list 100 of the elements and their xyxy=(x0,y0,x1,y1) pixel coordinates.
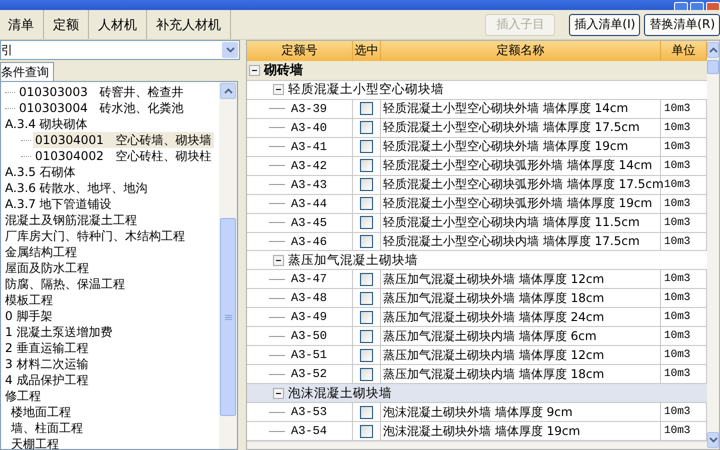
unit-text: 10m3 xyxy=(663,102,690,115)
tree-item[interactable]: 混凝土及钢筋混凝土工程 xyxy=(3,212,139,228)
quota-name: 蒸压加气混凝土砌块内墙 墙体厚度 18cm xyxy=(382,366,604,383)
checkbox[interactable] xyxy=(360,424,373,438)
quota-name: 轻质混凝土小型空心砌块外墙 墙体厚度 14cm xyxy=(382,100,628,118)
group-row[interactable]: 泡沫混凝土砌块墙 xyxy=(247,384,707,404)
checkbox[interactable] xyxy=(360,121,373,134)
checkbox[interactable] xyxy=(360,159,373,172)
quota-code: A3-52 xyxy=(291,367,328,382)
tree-item[interactable]: 010304002 空心砖柱、砌块柱 xyxy=(33,148,214,164)
collapse-icon[interactable] xyxy=(273,84,284,96)
tree-item[interactable]: A.3.7 地下管道铺设 xyxy=(3,196,114,212)
quota-name: 轻质混凝土小型空心砌块弧形外墙 墙体厚度 14cm xyxy=(382,157,652,174)
quota-name: 蒸压加气混凝土砌块外墙 墙体厚度 12cm xyxy=(382,270,604,288)
unit-text: 10m3 xyxy=(663,216,690,229)
tree-item[interactable]: 2 垂直运输工程 xyxy=(3,340,90,356)
scroll-down-icon[interactable] xyxy=(708,437,718,443)
tree-item[interactable]: 厂库房大门、特种门、木结构工程 xyxy=(3,228,187,244)
quota-name: 轻质混凝土小型空心砌块内墙 墙体厚度 17.5cm xyxy=(382,233,640,250)
checkbox[interactable] xyxy=(360,178,373,192)
tree-item[interactable]: 防腐、隔热、保温工程 xyxy=(3,276,127,292)
tree-item[interactable]: 1 混凝土泵送增加费 xyxy=(3,324,114,340)
action-button[interactable]: 替换清单(R) xyxy=(644,14,720,36)
checkbox[interactable] xyxy=(360,140,373,154)
unit-text: 10m3 xyxy=(663,198,690,210)
tree-item[interactable]: 模板工程 xyxy=(3,292,55,308)
unit-text: 10m3 xyxy=(663,273,690,286)
quota-name: 轻质混凝土小型空心砌块内墙 墙体厚度 11.5cm xyxy=(382,214,640,232)
quota-code: A3-41 xyxy=(291,140,328,154)
quota-code: A3-51 xyxy=(291,348,328,362)
group-row[interactable]: 轻质混凝土小型空心砌块墙 xyxy=(247,80,707,100)
tree-item[interactable]: A.3.5 石砌体 xyxy=(3,164,78,180)
quota-name: 泡沫混凝土砌块外墙 墙体厚度 19cm xyxy=(382,422,580,440)
checkbox[interactable] xyxy=(360,310,373,324)
maximize-icon[interactable] xyxy=(690,2,704,10)
tree-item[interactable]: 010303004 砖水池、化粪池 xyxy=(17,100,186,116)
tab[interactable]: 定额 xyxy=(44,10,89,39)
tab[interactable]: 清单 xyxy=(0,10,44,39)
checkbox[interactable] xyxy=(360,368,373,381)
quota-code: A3-44 xyxy=(291,196,328,211)
tree-item[interactable]: 墙、柱面工程 xyxy=(9,420,85,436)
tree-item[interactable]: A.3.4 砌块砌体 xyxy=(3,116,90,132)
tree-item[interactable]: 0 脚手架 xyxy=(3,308,54,324)
unit-text: 10m3 xyxy=(663,236,690,248)
scroll-thumb[interactable] xyxy=(220,218,236,416)
quota-name: 轻质混凝土小型空心砌块外墙 墙体厚度 19cm xyxy=(382,138,628,156)
collapse-icon[interactable] xyxy=(249,64,260,76)
scroll-up-icon[interactable] xyxy=(224,88,232,94)
quota-code: A3-49 xyxy=(291,310,328,324)
quota-name: 轻质混凝土小型空心砌块弧形外墙 墙体厚度 17.5cm xyxy=(382,176,664,194)
group-title: 泡沫混凝土砌块墙 xyxy=(288,384,392,402)
quota-code: A3-53 xyxy=(291,405,328,420)
scroll-down-icon[interactable] xyxy=(226,47,234,53)
unit-text: 10m3 xyxy=(663,292,690,304)
tree-item[interactable]: A.3.6 砖散水、地坪、地沟 xyxy=(3,180,150,196)
minimize-icon[interactable] xyxy=(674,2,688,10)
tab[interactable]: 补充人材机 xyxy=(147,10,231,39)
group-title: 蒸压加气混凝土砌块墙 xyxy=(288,252,418,269)
unit-text: 10m3 xyxy=(663,178,690,191)
scroll-up-icon[interactable] xyxy=(708,47,718,53)
checkbox[interactable] xyxy=(360,406,373,419)
tree-item[interactable]: 4 成品保护工程 xyxy=(3,372,90,388)
checkbox[interactable] xyxy=(360,272,373,286)
checkbox[interactable] xyxy=(360,102,373,116)
checkbox[interactable] xyxy=(360,216,373,230)
tree-item[interactable]: 屋面及防水工程 xyxy=(3,260,91,276)
quota-code: A3-43 xyxy=(291,178,328,192)
group-row[interactable]: 蒸压加气混凝土砌块墙 xyxy=(247,251,707,270)
quota-code: A3-50 xyxy=(291,329,328,344)
checkbox[interactable] xyxy=(360,330,373,343)
group-title: 轻质混凝土小型空心砌块墙 xyxy=(288,81,444,98)
tree-item[interactable]: 010304001 空心砖墙、砌块墙 xyxy=(33,132,214,148)
tree-item[interactable]: 010303003 砖窨井、检查井 xyxy=(17,84,186,100)
tree-item[interactable]: 3 材料二次运输 xyxy=(3,356,90,372)
close-icon[interactable] xyxy=(706,2,720,10)
query-tab[interactable]: 条件查询 xyxy=(0,62,54,81)
checkbox[interactable] xyxy=(360,292,373,305)
checkbox[interactable] xyxy=(360,235,373,248)
unit-text: 10m3 xyxy=(663,122,690,134)
index-dropdown[interactable]: 引 xyxy=(0,40,240,60)
unit-text: 10m3 xyxy=(663,140,690,153)
action-button[interactable]: 插入清单(I) xyxy=(569,14,640,36)
horizontal-scrollbar[interactable] xyxy=(247,441,707,449)
unit-text: 10m3 xyxy=(663,368,690,380)
checkbox[interactable] xyxy=(360,348,373,362)
quota-name: 泡沫混凝土砌块外墙 墙体厚度 9cm xyxy=(382,404,573,421)
tree-item[interactable]: 修工程 xyxy=(3,388,43,404)
quota-name: 轻质混凝土小型空心砌块外墙 墙体厚度 17.5cm xyxy=(382,119,640,136)
tab[interactable]: 人材机 xyxy=(89,10,147,39)
collapse-icon[interactable] xyxy=(273,388,284,399)
quota-name: 轻质混凝土小型空心砌块弧形外墙 墙体厚度 19cm xyxy=(382,195,652,212)
checkbox[interactable] xyxy=(360,197,373,210)
tree-item[interactable]: 楼地面工程 xyxy=(9,404,73,420)
quota-code: A3-48 xyxy=(291,291,328,306)
scroll-thumb[interactable] xyxy=(707,60,719,74)
collapse-icon[interactable] xyxy=(273,254,284,266)
quota-code: A3-47 xyxy=(291,272,328,286)
tree-item[interactable]: 金属结构工程 xyxy=(3,244,79,260)
quota-code: A3-54 xyxy=(291,424,328,438)
quota-name: 蒸压加气混凝土砌块内墙 墙体厚度 6cm xyxy=(382,328,597,345)
